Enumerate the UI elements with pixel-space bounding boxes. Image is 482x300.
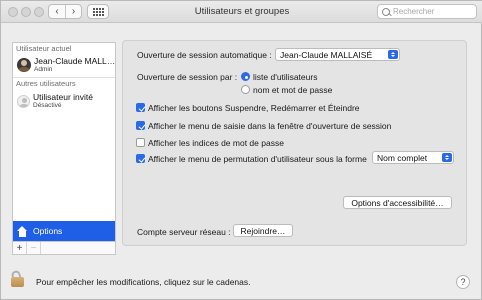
sidebar-footer: + − bbox=[13, 241, 115, 254]
network-account-label: Compte serveur réseau : bbox=[137, 227, 231, 237]
fast-user-switching-label: Afficher le menu de permutation d'utilis… bbox=[148, 154, 367, 164]
search-icon bbox=[382, 7, 390, 16]
current-user-role: Admin bbox=[34, 66, 53, 73]
remove-user-button[interactable]: − bbox=[27, 242, 41, 254]
accessibility-options-button[interactable]: Options d'accessibilité… bbox=[343, 196, 452, 209]
guest-avatar bbox=[17, 94, 30, 108]
join-button[interactable]: Rejoindre… bbox=[233, 224, 293, 237]
house-icon bbox=[17, 225, 28, 237]
current-user-item[interactable]: Jean-Claude MALLAISÉ Admin bbox=[13, 56, 116, 74]
password-hints-label: Afficher les indices de mot de passe bbox=[148, 138, 284, 148]
display-login-label: Ouverture de session par : bbox=[137, 72, 238, 82]
login-options-label: Options bbox=[33, 226, 63, 236]
help-button[interactable]: ? bbox=[456, 275, 470, 289]
auto-login-label: Ouverture de session automatique : bbox=[137, 50, 272, 60]
current-user-header: Utilisateur actuel bbox=[16, 44, 72, 53]
lock-icon[interactable] bbox=[10, 269, 26, 289]
popup-arrows-icon bbox=[388, 50, 398, 59]
auto-login-value: Jean-Claude MALLAISÉ bbox=[280, 49, 373, 60]
radio-name-password-label: nom et mot de passe bbox=[253, 85, 333, 95]
checkbox-input-menu[interactable] bbox=[136, 121, 145, 130]
users-sidebar: Utilisateur actuel Jean-Claude MALLAISÉ … bbox=[12, 42, 116, 255]
login-options-panel: Ouverture de session automatique : Jean-… bbox=[122, 40, 467, 246]
other-users-header: Autres utilisateurs bbox=[16, 79, 76, 88]
input-menu-label: Afficher le menu de saisie dans la fenêt… bbox=[148, 121, 392, 131]
radio-name-password[interactable] bbox=[241, 85, 250, 94]
checkbox-sleep-restart-shutdown[interactable] bbox=[136, 103, 145, 112]
search-field[interactable] bbox=[377, 4, 477, 19]
popup-arrows-icon bbox=[442, 153, 452, 162]
window: ‹ › Utilisateurs et groupes Utilisateur … bbox=[0, 0, 482, 300]
radio-user-list-label: liste d'utilisateurs bbox=[253, 72, 318, 82]
lock-message: Pour empêcher les modifications, cliquez… bbox=[36, 277, 251, 287]
auto-login-popup[interactable]: Jean-Claude MALLAISÉ bbox=[275, 48, 400, 61]
checkbox-fast-user-switching[interactable] bbox=[136, 154, 145, 163]
guest-user-name: Utilisateur invité bbox=[33, 92, 93, 102]
login-options-item[interactable]: Options bbox=[13, 221, 115, 241]
title-bar: ‹ › Utilisateurs et groupes bbox=[1, 1, 482, 23]
radio-user-list[interactable] bbox=[241, 72, 250, 81]
guest-user-status: Désactivé bbox=[33, 102, 62, 109]
checkbox-password-hints[interactable] bbox=[136, 138, 145, 147]
switch-format-popup[interactable]: Nom complet bbox=[372, 151, 454, 164]
user-avatar bbox=[17, 58, 31, 72]
add-user-button[interactable]: + bbox=[13, 242, 27, 254]
search-input[interactable] bbox=[393, 7, 473, 16]
current-user-name: Jean-Claude MALLAISÉ bbox=[34, 56, 116, 66]
sleep-restart-shutdown-label: Afficher les boutons Suspendre, Redémarr… bbox=[148, 103, 360, 113]
guest-user-item[interactable]: Utilisateur invité Désactivé bbox=[13, 92, 115, 110]
sidebar-divider bbox=[13, 77, 115, 78]
switch-format-value: Nom complet bbox=[377, 152, 428, 163]
